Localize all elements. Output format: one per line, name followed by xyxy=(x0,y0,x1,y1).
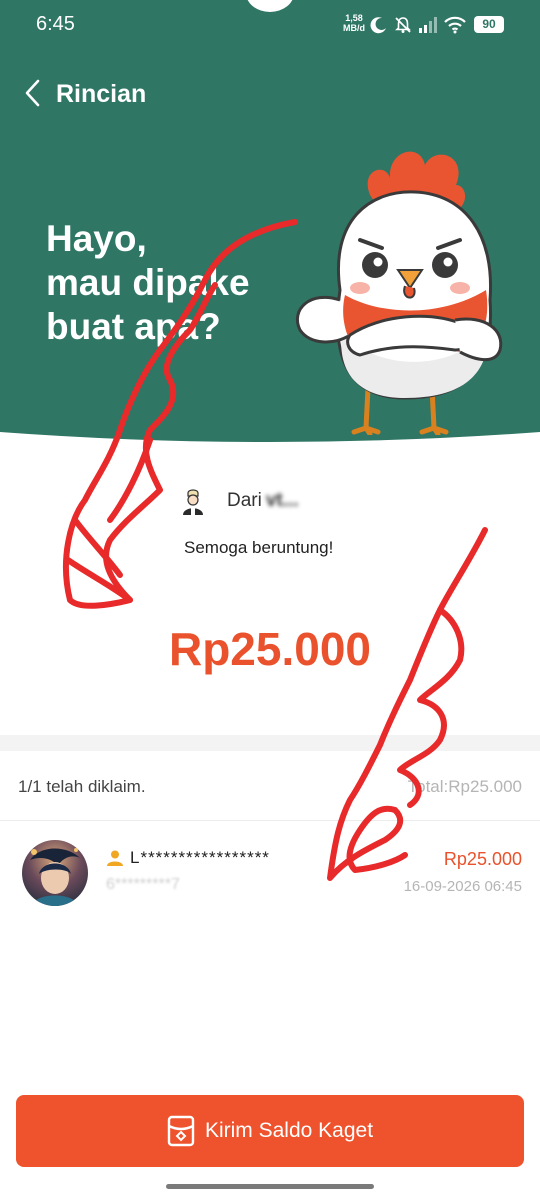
greeting-message: Semoga beruntung! xyxy=(184,538,334,557)
chevron-left-icon xyxy=(25,79,40,107)
battery-icon: 90 xyxy=(474,16,504,33)
entry-timestamp: 16-09-2026 06:45 xyxy=(403,878,522,895)
status-time: 6:45 xyxy=(36,13,75,35)
wifi-icon xyxy=(444,16,466,34)
entry-name: L***************** xyxy=(130,848,270,867)
sender-name: vt... xyxy=(265,490,299,511)
entry-subtitle: 6*********7 xyxy=(106,876,180,893)
sender-row: Dari vt... xyxy=(180,486,299,516)
camera-notch xyxy=(246,0,294,12)
hero-line: mau dipake xyxy=(46,262,250,303)
mute-bell-icon xyxy=(395,17,411,33)
entry-name-row: L***************** xyxy=(106,848,270,868)
network-speed-value: 1,58 xyxy=(345,13,363,23)
claim-summary-row: 1/1 telah diklaim. Total:Rp25.000 xyxy=(0,751,540,821)
hero-headline: Hayo, mau dipake buat apa? xyxy=(46,217,306,349)
entry-amount: Rp25.000 xyxy=(443,849,522,869)
network-speed-unit: MB/d xyxy=(343,23,365,33)
moon-icon xyxy=(370,17,386,34)
claim-status: 1/1 telah diklaim. xyxy=(18,777,146,796)
network-speed: 1,58 MB/d xyxy=(343,13,365,33)
section-divider xyxy=(0,735,540,751)
hero-line: Hayo, xyxy=(46,218,147,259)
battery-level: 90 xyxy=(482,17,496,31)
hero-line: buat apa? xyxy=(46,306,221,347)
status-icons xyxy=(370,14,466,36)
claim-total: Total:Rp25.000 xyxy=(407,777,522,796)
sender-avatar xyxy=(183,489,203,515)
send-saldo-kaget-button[interactable]: Kirim Saldo Kaget xyxy=(16,1095,524,1167)
send-button-label: Kirim Saldo Kaget xyxy=(204,1119,374,1142)
claim-list-item[interactable]: L***************** 6*********7 Rp25.000 … xyxy=(0,822,540,922)
home-indicator[interactable] xyxy=(166,1184,374,1189)
signal-icon xyxy=(419,17,437,33)
chicken-mascot-illustration xyxy=(295,151,503,435)
page-title: Rincian xyxy=(56,80,147,108)
avatar-image xyxy=(22,840,88,906)
header-banner: Rincian Hayo, mau dipake buat apa? xyxy=(0,52,540,452)
avatar xyxy=(22,840,88,906)
received-amount: Rp25.000 xyxy=(168,623,371,675)
gift-envelope-icon xyxy=(167,1115,195,1147)
user-icon xyxy=(107,850,123,866)
back-button[interactable] xyxy=(22,78,46,108)
sender-label: Dari xyxy=(227,490,262,511)
status-bar: 6:45 1,58 MB/d 90 xyxy=(0,0,540,52)
